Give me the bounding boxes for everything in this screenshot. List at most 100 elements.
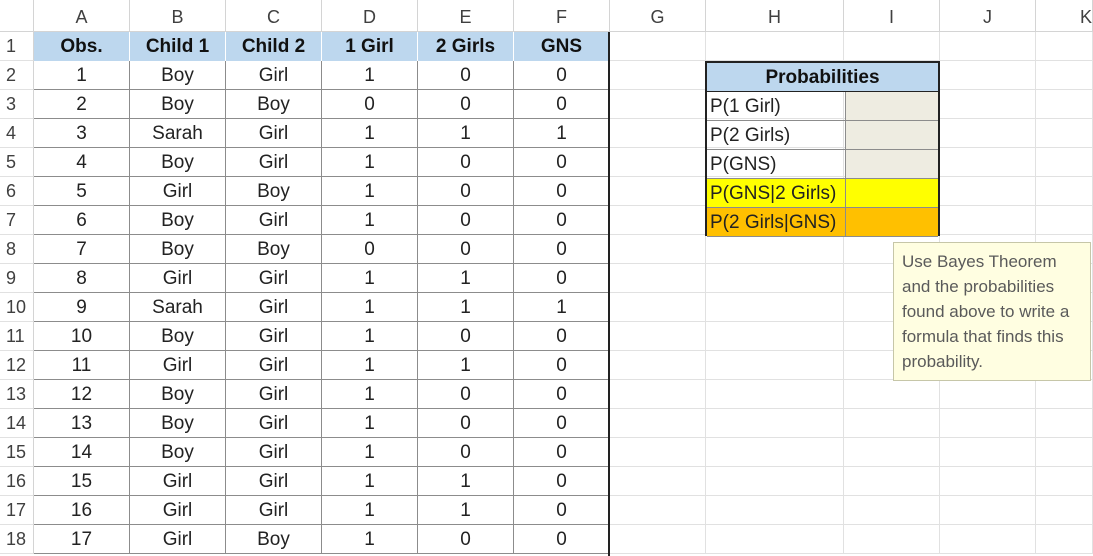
table-cell[interactable]: Boy	[130, 322, 226, 351]
probability-label[interactable]: P(GNS|2 Girls)	[707, 179, 846, 208]
cell-k5[interactable]	[1036, 148, 1093, 177]
cell-h10[interactable]	[706, 293, 844, 322]
table-cell[interactable]: 1	[322, 264, 418, 293]
row-header-15[interactable]: 15	[0, 438, 34, 467]
table-cell[interactable]: 17	[34, 525, 130, 554]
table-cell[interactable]: 0	[514, 206, 610, 235]
cell-h16[interactable]	[706, 467, 844, 496]
table-cell[interactable]: 0	[514, 467, 610, 496]
table-cell[interactable]: 1	[322, 496, 418, 525]
table-cell[interactable]: 2	[34, 90, 130, 119]
row-header-4[interactable]: 4	[0, 119, 34, 148]
cell-j18[interactable]	[940, 525, 1036, 554]
table-cell[interactable]: 10	[34, 322, 130, 351]
table-cell[interactable]: 16	[34, 496, 130, 525]
table-cell[interactable]: Girl	[226, 293, 322, 322]
cell-i18[interactable]	[844, 525, 940, 554]
table-cell[interactable]: 0	[514, 148, 610, 177]
table-cell[interactable]: Girl	[226, 380, 322, 409]
cell-j6[interactable]	[940, 177, 1036, 206]
table-cell[interactable]: 1	[418, 119, 514, 148]
probability-value-cell[interactable]	[846, 121, 938, 150]
table-cell[interactable]: 0	[514, 61, 610, 90]
row-header-18[interactable]: 18	[0, 525, 34, 554]
table-cell[interactable]: 1	[322, 351, 418, 380]
table-cell[interactable]: 0	[514, 177, 610, 206]
table-cell[interactable]: 0	[418, 177, 514, 206]
row-header-1[interactable]: 1	[0, 32, 34, 61]
cell-g9[interactable]	[610, 264, 706, 293]
probability-value-cell[interactable]	[846, 150, 938, 179]
cell-g18[interactable]	[610, 525, 706, 554]
cell-g6[interactable]	[610, 177, 706, 206]
table-cell[interactable]: Boy	[130, 206, 226, 235]
table-cell[interactable]: 0	[322, 90, 418, 119]
cell-h9[interactable]	[706, 264, 844, 293]
cell-h17[interactable]	[706, 496, 844, 525]
table-cell[interactable]: 0	[418, 438, 514, 467]
cell-j2[interactable]	[940, 61, 1036, 90]
column-header-d[interactable]: D	[322, 0, 418, 32]
row-header-11[interactable]: 11	[0, 322, 34, 351]
cell-g8[interactable]	[610, 235, 706, 264]
table-cell[interactable]: 0	[514, 409, 610, 438]
table-cell[interactable]: 9	[34, 293, 130, 322]
select-all-corner[interactable]	[0, 0, 34, 32]
table-cell[interactable]: 0	[514, 264, 610, 293]
column-header-h[interactable]: H	[706, 0, 844, 32]
cell-g15[interactable]	[610, 438, 706, 467]
cell-g1[interactable]	[610, 32, 706, 61]
table-cell[interactable]: Boy	[130, 148, 226, 177]
table-cell[interactable]: 1	[418, 293, 514, 322]
table-cell[interactable]: Sarah	[130, 119, 226, 148]
table-header-cell[interactable]: GNS	[514, 32, 610, 61]
cell-j7[interactable]	[940, 206, 1036, 235]
table-cell[interactable]: Girl	[226, 119, 322, 148]
table-cell[interactable]: Girl	[130, 177, 226, 206]
row-header-7[interactable]: 7	[0, 206, 34, 235]
probability-value-cell[interactable]	[846, 92, 938, 121]
table-header-cell[interactable]: Child 1	[130, 32, 226, 61]
cell-g12[interactable]	[610, 351, 706, 380]
table-header-cell[interactable]: 2 Girls	[418, 32, 514, 61]
cell-k4[interactable]	[1036, 119, 1093, 148]
table-cell[interactable]: Boy	[130, 235, 226, 264]
cell-g17[interactable]	[610, 496, 706, 525]
cell-g10[interactable]	[610, 293, 706, 322]
table-cell[interactable]: Boy	[226, 177, 322, 206]
table-header-cell[interactable]: Child 2	[226, 32, 322, 61]
table-cell[interactable]: Boy	[130, 438, 226, 467]
row-header-12[interactable]: 12	[0, 351, 34, 380]
row-header-2[interactable]: 2	[0, 61, 34, 90]
table-cell[interactable]: 0	[418, 235, 514, 264]
table-cell[interactable]: Girl	[226, 351, 322, 380]
table-cell[interactable]: 1	[322, 380, 418, 409]
cell-g14[interactable]	[610, 409, 706, 438]
cell-j1[interactable]	[940, 32, 1036, 61]
table-cell[interactable]: 0	[514, 496, 610, 525]
probability-value-cell[interactable]	[846, 179, 938, 208]
cell-h18[interactable]	[706, 525, 844, 554]
table-cell[interactable]: Boy	[130, 409, 226, 438]
cell-j5[interactable]	[940, 148, 1036, 177]
cell-j16[interactable]	[940, 467, 1036, 496]
table-cell[interactable]: 1	[322, 206, 418, 235]
table-cell[interactable]: 11	[34, 351, 130, 380]
table-cell[interactable]: 1	[322, 61, 418, 90]
cell-g2[interactable]	[610, 61, 706, 90]
table-cell[interactable]: Girl	[226, 61, 322, 90]
column-header-e[interactable]: E	[418, 0, 514, 32]
table-cell[interactable]: 15	[34, 467, 130, 496]
table-cell[interactable]: 0	[418, 380, 514, 409]
table-cell[interactable]: Girl	[226, 148, 322, 177]
table-cell[interactable]: 0	[514, 322, 610, 351]
cell-i13[interactable]	[844, 380, 940, 409]
cell-i16[interactable]	[844, 467, 940, 496]
row-header-14[interactable]: 14	[0, 409, 34, 438]
cell-h1[interactable]	[706, 32, 844, 61]
table-cell[interactable]: Girl	[226, 206, 322, 235]
table-cell[interactable]: 1	[322, 148, 418, 177]
table-cell[interactable]: 1	[322, 409, 418, 438]
table-cell[interactable]: 0	[418, 322, 514, 351]
cell-j14[interactable]	[940, 409, 1036, 438]
